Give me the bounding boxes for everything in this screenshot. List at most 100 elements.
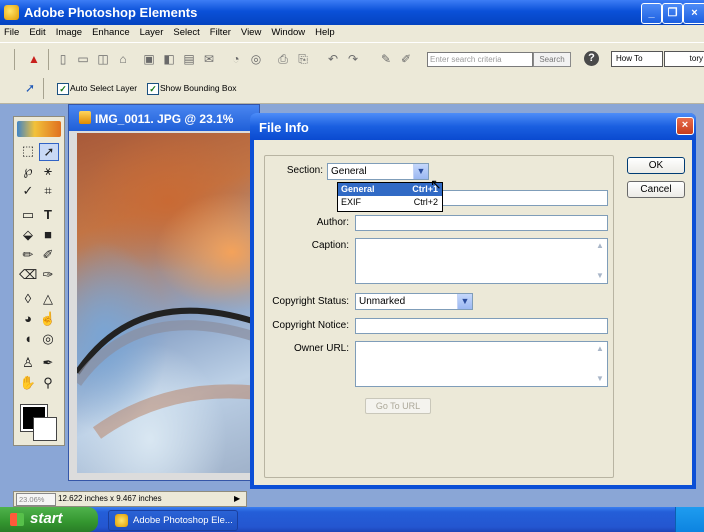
menu-file[interactable]: File — [0, 25, 24, 38]
document-title: IMG_0011. JPG @ 23.1% — [95, 112, 234, 126]
caption-textarea[interactable]: ▲ ▼ — [355, 238, 608, 284]
zoom-field[interactable]: 23.06% — [16, 493, 56, 506]
dialog-body: Section: General ▼ Author: Caption: ▲ ▼ … — [254, 140, 692, 485]
attach-email-icon[interactable]: ✉ — [201, 52, 217, 67]
shape-tool-icon[interactable]: ▭ — [19, 207, 37, 223]
image-canvas[interactable] — [77, 133, 259, 473]
menu-select[interactable]: Select — [168, 25, 204, 38]
online-services-icon[interactable]: ◔ — [228, 52, 244, 67]
go-to-url-button[interactable]: Go To URL — [365, 398, 431, 414]
acrobat-icon[interactable]: ▲ — [26, 52, 42, 67]
burn-tool-icon[interactable]: ◎ — [39, 331, 57, 347]
move-tool-icon[interactable]: ➚ — [39, 143, 59, 161]
author-label: Author: — [316, 217, 349, 228]
pencil-tool-icon[interactable]: ✏ — [19, 247, 37, 263]
section-select[interactable]: General ▼ — [327, 163, 429, 180]
menu-image[interactable]: Image — [51, 25, 87, 38]
close-app-button[interactable]: × — [683, 3, 704, 24]
copyright-status-select[interactable]: Unmarked ▼ — [355, 293, 473, 310]
help-icon[interactable]: ? — [584, 51, 599, 66]
ok-button[interactable]: OK — [627, 157, 685, 174]
menu-enhance[interactable]: Enhance — [87, 25, 135, 38]
sponge-tool-icon[interactable]: ◕ — [19, 311, 37, 327]
impressionist-brush-icon[interactable]: ✑ — [39, 267, 57, 283]
scroll-up-icon[interactable]: ▲ — [594, 343, 606, 355]
toolbar-grip — [14, 49, 15, 70]
menu-edit[interactable]: Edit — [24, 25, 50, 38]
dodge-tool-icon[interactable]: ◖ — [19, 331, 37, 347]
print-layout-icon[interactable]: ⎘ — [295, 52, 311, 67]
show-bounding-box-label: Show Bounding Box — [160, 83, 237, 93]
section-option-exif[interactable]: EXIF Ctrl+2 — [338, 196, 442, 209]
shortcuts-bar: ▲ ▯ ▭ ◫ ⌂ ▣ ◧ ▤ ✉ ◔ ◎ ⎙ ⎘ ↶ ↷ ✎ ✐ Enter … — [0, 42, 704, 76]
menu-layer[interactable]: Layer — [135, 25, 169, 38]
type-tool-icon[interactable]: T — [39, 207, 57, 223]
eraser-tool-icon[interactable]: ⌫ — [19, 267, 37, 283]
marquee-tool-icon[interactable]: ⬚ — [19, 143, 37, 159]
save-icon[interactable]: ▣ — [141, 52, 157, 67]
cancel-button[interactable]: Cancel — [627, 181, 685, 198]
copyright-status-value: Unmarked — [359, 296, 406, 307]
dialog-title-bar[interactable]: File Info × — [250, 113, 696, 140]
search-button[interactable]: Search — [533, 52, 571, 67]
system-tray[interactable] — [675, 507, 704, 532]
magic-wand-icon[interactable]: ⚹ — [39, 163, 57, 179]
show-bounding-box-checkbox[interactable]: ✓ — [147, 83, 159, 95]
start-label: start — [30, 510, 63, 527]
brush-tool-icon[interactable]: ✐ — [39, 247, 57, 263]
scroll-down-icon[interactable]: ▼ — [594, 373, 606, 385]
author-field[interactable] — [355, 215, 608, 231]
print-preview-icon[interactable]: ▤ — [181, 52, 197, 67]
blur-tool-icon[interactable]: ◊ — [19, 291, 37, 307]
paint-bucket-icon[interactable]: ⬙ — [19, 227, 37, 243]
status-menu-arrow-icon[interactable]: ▶ — [234, 492, 240, 506]
new-icon[interactable]: ▯ — [55, 52, 71, 67]
document-title-bar[interactable]: IMG_0011. JPG @ 23.1% — [69, 105, 259, 131]
redo-icon[interactable]: ↷ — [345, 52, 361, 67]
dialog-close-button[interactable]: × — [676, 117, 694, 135]
crop-tool-icon[interactable]: ⌗ — [39, 183, 57, 199]
auto-select-layer-checkbox[interactable]: ✓ — [57, 83, 69, 95]
save-web-icon[interactable]: ◧ — [161, 52, 177, 67]
hand-tool-icon[interactable]: ✋ — [19, 375, 37, 391]
mouse-cursor-icon: ↖ — [430, 176, 442, 192]
minimize-button[interactable]: _ — [641, 3, 662, 24]
scroll-up-icon[interactable]: ▲ — [594, 240, 606, 252]
owner-url-textarea[interactable]: ▲ ▼ — [355, 341, 608, 387]
color-picker-icon[interactable]: ✎ — [378, 52, 394, 67]
menu-help[interactable]: Help — [310, 25, 340, 38]
status-bar: 23.06% 12.622 inches x 9.467 inches ▶ — [13, 491, 247, 507]
scroll-down-icon[interactable]: ▼ — [594, 270, 606, 282]
tab-history[interactable]: tory — [664, 51, 704, 67]
gradient-tool-icon[interactable]: ■ — [39, 227, 57, 243]
restore-button[interactable]: ❐ — [662, 3, 683, 24]
sharpen-tool-icon[interactable]: △ — [39, 291, 57, 307]
open-icon[interactable]: ▭ — [75, 52, 91, 67]
chevron-down-icon[interactable]: ▼ — [457, 294, 472, 309]
clone-stamp-icon[interactable]: ♙ — [19, 355, 37, 371]
section-select-value: General — [331, 166, 367, 177]
eyedropper-icon[interactable]: ✒ — [39, 355, 57, 371]
smudge-tool-icon[interactable]: ☝ — [39, 311, 57, 327]
lasso-tool-icon[interactable]: ℘ — [19, 163, 37, 179]
browse-icon[interactable]: ◫ — [95, 52, 111, 67]
import-icon[interactable]: ⌂ — [115, 52, 131, 67]
tab-how-to[interactable]: How To — [611, 51, 663, 67]
chevron-down-icon[interactable]: ▼ — [413, 164, 428, 179]
taskbar-item-photoshop[interactable]: Adobe Photoshop Ele... — [108, 510, 238, 531]
print-icon[interactable]: ⎙ — [275, 52, 291, 67]
zoom-tool-icon[interactable]: ⚲ — [39, 375, 57, 391]
search-input[interactable]: Enter search criteria — [427, 52, 533, 67]
copyright-notice-field[interactable] — [355, 318, 608, 334]
quick-fix-icon[interactable]: ◎ — [248, 52, 264, 67]
undo-icon[interactable]: ↶ — [325, 52, 341, 67]
menu-view[interactable]: View — [236, 25, 266, 38]
start-button[interactable]: start — [0, 507, 98, 532]
windows-taskbar: start Adobe Photoshop Ele... — [0, 507, 704, 532]
section-option-general[interactable]: General Ctrl+1 — [338, 183, 442, 196]
background-color-swatch[interactable] — [33, 417, 57, 441]
selection-brush-icon[interactable]: ✓ — [19, 183, 37, 199]
menu-filter[interactable]: Filter — [205, 25, 236, 38]
brush-icon[interactable]: ✐ — [398, 52, 414, 67]
menu-window[interactable]: Window — [266, 25, 310, 38]
